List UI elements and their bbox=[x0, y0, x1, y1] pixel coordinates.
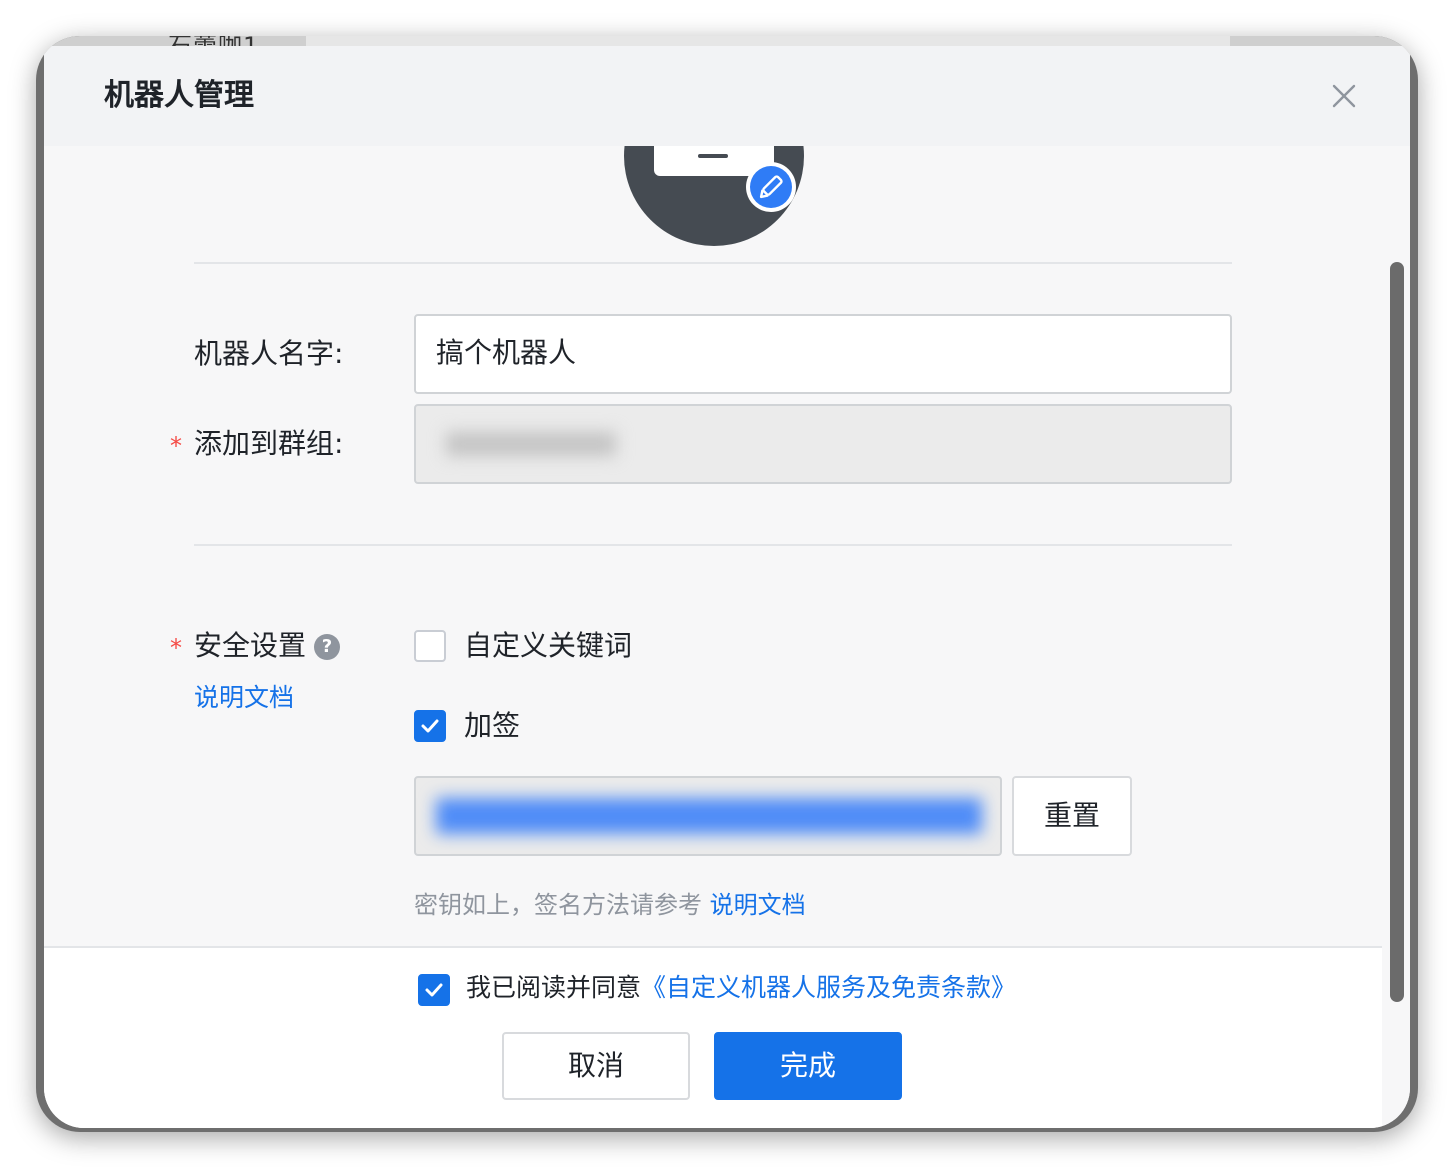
checkmark-icon bbox=[421, 719, 439, 733]
robot-name-label: 机器人名字: bbox=[194, 337, 344, 370]
sign-hint-text: 密钥如上，签名方法请参考 bbox=[414, 891, 710, 919]
agree-checkbox[interactable] bbox=[418, 974, 450, 1006]
keyword-checkbox[interactable] bbox=[414, 630, 446, 662]
required-mark-security: * bbox=[170, 634, 182, 662]
group-label: 添加到群组: bbox=[194, 427, 344, 460]
terms-link[interactable]: 《自定义机器人服务及免责条款》 bbox=[641, 973, 1016, 1002]
divider-top bbox=[194, 262, 1232, 264]
security-settings-label: 安全设置 bbox=[194, 629, 307, 662]
sign-hint: 密钥如上，签名方法请参考 说明文档 bbox=[414, 888, 806, 922]
sign-checkbox[interactable] bbox=[414, 710, 446, 742]
reset-key-button[interactable]: 重置 bbox=[1012, 776, 1132, 856]
app-window: 石蕾咖1 机器人管理 bbox=[36, 36, 1418, 1132]
group-select bbox=[414, 404, 1232, 484]
sign-option-label[interactable]: 加签 bbox=[464, 706, 520, 746]
security-doc-link[interactable]: 说明文档 bbox=[194, 678, 294, 718]
dialog-body[interactable]: 机器人名字: 搞个机器人 * 添加到群组: * 安全设置 ? 说明文档 自定义关… bbox=[44, 146, 1382, 946]
close-button[interactable] bbox=[1326, 78, 1362, 114]
confirm-button[interactable]: 完成 bbox=[714, 1032, 902, 1100]
agree-statement: 我已阅读并同意《自定义机器人服务及免责条款》 bbox=[466, 968, 1016, 1008]
dialog-footer: 我已阅读并同意《自定义机器人服务及免责条款》 取消 完成 bbox=[44, 946, 1382, 1128]
robot-name-input[interactable]: 搞个机器人 bbox=[414, 314, 1232, 394]
robot-mouth bbox=[698, 154, 728, 158]
divider-middle bbox=[194, 544, 1232, 546]
robot-management-dialog: 机器人管理 机器人名字: 搞个机器人 * 添加到群组: * 安全设置 ? 说明文… bbox=[44, 46, 1410, 1128]
dialog-header: 机器人管理 bbox=[44, 46, 1410, 146]
pencil-icon bbox=[759, 175, 783, 199]
redacted-secret-key bbox=[436, 798, 982, 834]
edit-avatar-button[interactable] bbox=[746, 162, 796, 212]
checkmark-icon bbox=[425, 983, 443, 997]
sign-doc-link[interactable]: 说明文档 bbox=[710, 891, 806, 919]
close-icon bbox=[1332, 84, 1356, 108]
required-mark-group: * bbox=[170, 432, 182, 460]
agree-text: 我已阅读并同意 bbox=[466, 973, 642, 1002]
secret-key-field[interactable] bbox=[414, 776, 1002, 856]
keyword-option-label[interactable]: 自定义关键词 bbox=[464, 626, 632, 666]
edit-badge-circle bbox=[750, 166, 792, 208]
redacted-group-name bbox=[446, 432, 616, 456]
dialog-title: 机器人管理 bbox=[104, 78, 254, 113]
scrollbar-thumb[interactable] bbox=[1390, 262, 1404, 1002]
cancel-button[interactable]: 取消 bbox=[502, 1032, 690, 1100]
help-icon[interactable]: ? bbox=[314, 634, 340, 660]
